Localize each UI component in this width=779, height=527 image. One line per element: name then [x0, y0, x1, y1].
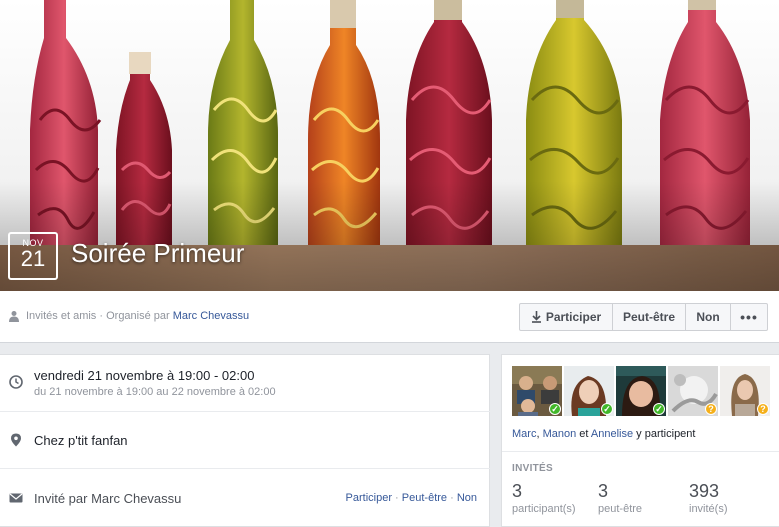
organizer-link[interactable]: Marc Chevassu	[173, 310, 249, 322]
event-day: 21	[20, 246, 46, 271]
stat-invited[interactable]: 393 invité(s)	[689, 481, 728, 515]
stat-label: peut-être	[598, 503, 643, 515]
more-options-button[interactable]: •••	[731, 304, 767, 330]
event-info-bar: Invités et amis · Organisé par Marc Chev…	[0, 291, 779, 343]
event-location-row: Chez p'tit fanfan	[0, 412, 490, 469]
stat-maybe[interactable]: 3 peut-être	[598, 481, 642, 515]
invitation-row: Invité par Marc Chevassu Participer · Pe…	[0, 469, 490, 527]
stat-label: participant(s)	[512, 503, 576, 515]
stat-label: invité(s)	[689, 503, 728, 515]
stat-participants[interactable]: 3 participant(s)	[512, 481, 576, 515]
divider	[502, 451, 779, 452]
guest-avatar[interactable]: ✓	[512, 366, 562, 416]
guest-avatar[interactable]: ✓	[616, 366, 666, 416]
participant-name-link[interactable]: Manon	[543, 428, 577, 440]
event-time-range: du 21 novembre à 19:00 au 22 novembre à …	[34, 386, 276, 398]
invites-heading: INVITÉS	[512, 463, 553, 474]
guest-avatar[interactable]: ?	[720, 366, 770, 416]
event-time-main: vendredi 21 novembre à 19:00 - 02:00	[34, 368, 255, 383]
going-check-icon: ✓	[653, 403, 665, 415]
reply-peut-etre-link[interactable]: Peut-être	[402, 492, 447, 504]
envelope-icon	[9, 493, 23, 503]
going-check-icon: ✓	[549, 403, 561, 415]
stat-number: 3	[598, 481, 609, 501]
guest-avatar[interactable]: ?	[668, 366, 718, 416]
audience-label: Invités et amis	[26, 310, 97, 322]
invitation-reply-links: Participer · Peut-être · Non	[346, 492, 477, 504]
maybe-question-icon: ?	[705, 403, 717, 415]
rsvp-button-group: Participer Peut-être Non •••	[519, 303, 768, 331]
going-check-icon: ✓	[601, 403, 613, 415]
guest-avatar[interactable]: ✓	[564, 366, 614, 416]
join-icon	[531, 311, 541, 323]
stat-number: 3	[512, 481, 523, 501]
reply-separator: ·	[392, 492, 402, 504]
organized-by-prefix: · Organisé par	[99, 310, 170, 322]
guests-card: ✓ ✓ ✓ ? ? Marc, Manon et Annelise y part…	[501, 354, 779, 527]
clock-icon	[9, 375, 23, 389]
stat-number: 393	[689, 481, 720, 501]
location-pin-icon	[11, 433, 21, 447]
reply-separator: ·	[447, 492, 457, 504]
event-details-card: vendredi 21 novembre à 19:00 - 02:00 du …	[0, 354, 490, 527]
summary-conjunction: et	[576, 428, 591, 440]
participer-label: Participer	[545, 310, 602, 324]
cover-gradient-overlay	[0, 181, 779, 291]
event-cover-photo: NOV 21 Soirée Primeur	[0, 0, 779, 291]
participant-name-link[interactable]: Marc	[512, 428, 536, 440]
event-time-row: vendredi 21 novembre à 19:00 - 02:00 du …	[0, 355, 490, 412]
participants-summary: Marc, Manon et Annelise y participent	[512, 428, 695, 440]
maybe-question-icon: ?	[757, 403, 769, 415]
reply-non-link[interactable]: Non	[457, 492, 477, 504]
summary-suffix: y participent	[633, 428, 696, 440]
event-privacy-meta: Invités et amis · Organisé par Marc Chev…	[8, 310, 249, 322]
event-location[interactable]: Chez p'tit fanfan	[34, 433, 128, 448]
participant-name-link[interactable]: Annelise	[591, 428, 633, 440]
event-title: Soirée Primeur	[71, 238, 245, 268]
peut-etre-button[interactable]: Peut-être	[613, 304, 686, 330]
event-date-badge: NOV 21	[8, 232, 58, 280]
participer-button[interactable]: Participer	[520, 304, 613, 330]
reply-participer-link[interactable]: Participer	[346, 492, 392, 504]
guest-avatars: ✓ ✓ ✓ ? ?	[512, 366, 772, 416]
people-icon	[9, 311, 19, 322]
non-button[interactable]: Non	[686, 304, 731, 330]
invited-by-text: Invité par Marc Chevassu	[34, 491, 182, 506]
